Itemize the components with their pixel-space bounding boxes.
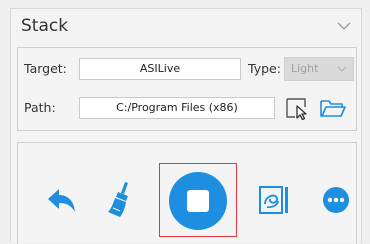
folder-open-icon[interactable] xyxy=(318,96,348,120)
path-input[interactable]: C:/Program Files (x86) xyxy=(79,97,275,119)
type-select[interactable]: Light xyxy=(284,57,354,81)
cursor-select-icon[interactable] xyxy=(284,96,310,120)
target-label: Target: xyxy=(24,61,67,76)
reply-arrow-icon[interactable] xyxy=(46,186,78,216)
type-select-value: Light xyxy=(291,62,319,75)
type-label: Type: xyxy=(248,61,281,76)
stop-icon[interactable] xyxy=(168,171,228,231)
more-icon[interactable] xyxy=(322,186,350,214)
stack-panel: Stack Target: ASILive Type: Light Path: … xyxy=(10,8,362,244)
broom-icon[interactable] xyxy=(106,179,136,219)
fields-group: Target: ASILive Type: Light Path: C:/Pro… xyxy=(17,47,357,131)
actions-group xyxy=(17,142,357,244)
chevron-down-icon[interactable] xyxy=(337,21,351,31)
chevron-down-icon xyxy=(337,66,347,72)
image-viewer-icon[interactable] xyxy=(258,184,292,216)
path-label: Path: xyxy=(24,100,56,115)
panel-title: Stack xyxy=(21,16,69,36)
target-input[interactable]: ASILive xyxy=(79,58,241,80)
